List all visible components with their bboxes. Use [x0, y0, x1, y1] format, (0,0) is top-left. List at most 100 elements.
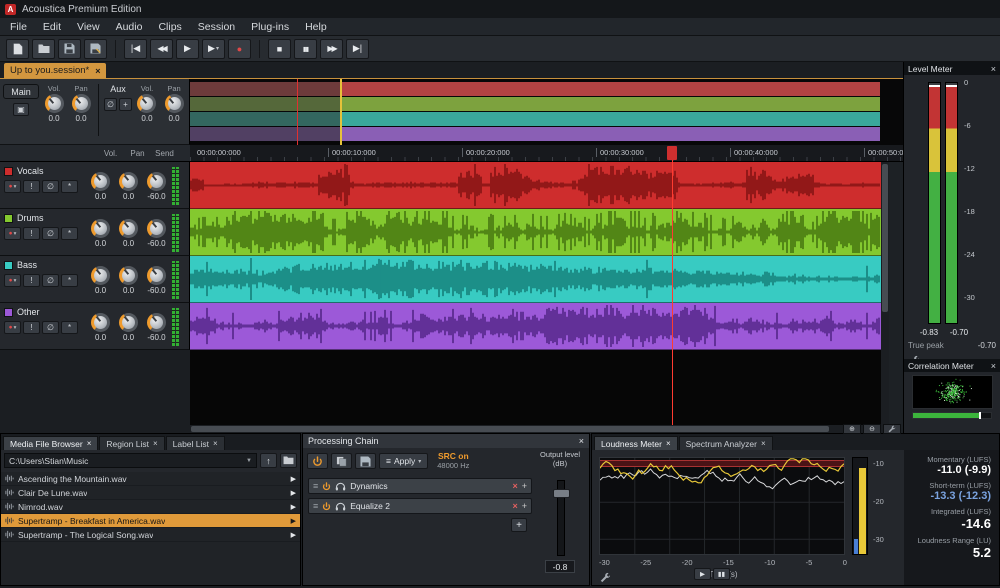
track-header[interactable]: Bass ● ▾ ! ∅ * 0.0 0.0 -60.0 [0, 256, 190, 303]
track-clip[interactable] [190, 256, 881, 303]
track-pan-knob[interactable] [119, 312, 138, 332]
close-icon[interactable]: × [991, 64, 996, 74]
fast-forward-button[interactable]: ▶▶ [320, 38, 343, 59]
browser-tab[interactable]: Region List × [99, 436, 165, 450]
track-header[interactable]: Other ● ▾ ! ∅ * 0.0 0.0 -60.0 [0, 303, 190, 350]
session-overview[interactable] [190, 79, 904, 145]
open-button[interactable] [32, 38, 55, 59]
menu-item[interactable]: Help [305, 21, 327, 33]
new-session-button[interactable] [6, 38, 29, 59]
stack-icon[interactable]: ▣ [13, 103, 29, 116]
close-icon[interactable]: × [579, 436, 584, 446]
headphones-icon[interactable] [335, 502, 346, 511]
loudness-tab[interactable]: Loudness Meter × [594, 436, 678, 450]
close-icon[interactable]: × [761, 439, 766, 448]
close-icon[interactable]: × [153, 439, 158, 448]
menu-item[interactable]: File [10, 21, 27, 33]
track-color-chip[interactable] [4, 213, 13, 223]
close-icon[interactable]: × [666, 439, 671, 448]
pause-button[interactable]: ▮▮ [294, 38, 317, 59]
plugin-row[interactable]: ≡ Equalize 2 × + [308, 498, 532, 514]
menu-item[interactable]: Edit [43, 21, 61, 33]
folder-up-button[interactable]: ↑ [260, 453, 277, 468]
track-color-chip[interactable] [4, 166, 13, 176]
track-send-knob[interactable] [147, 265, 166, 285]
menu-item[interactable]: Clips [158, 21, 181, 33]
solo-button[interactable]: ! [23, 321, 40, 334]
go-to-end-button[interactable]: ▶| [346, 38, 369, 59]
track-volume-knob[interactable] [91, 218, 110, 238]
loudness-pause-button[interactable]: ▮▮ [713, 568, 730, 580]
power-icon[interactable] [322, 501, 331, 511]
track-send-knob[interactable] [147, 312, 166, 332]
aux-add-button[interactable]: + [118, 98, 132, 111]
vertical-scrollbar-thumb[interactable] [882, 164, 888, 312]
copy-chain-button[interactable] [331, 453, 352, 470]
track-volume-knob[interactable] [91, 265, 110, 285]
browser-tab[interactable]: Label List × [165, 436, 225, 450]
close-icon[interactable]: × [991, 361, 996, 371]
close-icon[interactable]: × [213, 439, 218, 448]
rewind-button[interactable]: ◀◀ [150, 38, 173, 59]
mute-button[interactable]: ∅ [42, 227, 59, 240]
plugin-route-button[interactable]: + [522, 481, 527, 491]
output-level-slider[interactable] [553, 480, 570, 556]
main-bus-button[interactable]: Main [3, 84, 39, 99]
path-dropdown[interactable]: C:\Users\Stian\Music ▼ [4, 453, 257, 468]
record-arm-button[interactable]: ● ▾ [4, 274, 21, 287]
record-arm-button[interactable]: ● ▾ [4, 321, 21, 334]
close-icon[interactable]: × [87, 439, 92, 448]
record-arm-button[interactable]: ● ▾ [4, 227, 21, 240]
track-pan-knob[interactable] [119, 171, 138, 191]
mute-button[interactable]: ∅ [42, 180, 59, 193]
file-list-item[interactable]: Supertramp - The Logical Song.wav ▶ [1, 528, 300, 542]
track-volume-knob[interactable] [91, 171, 110, 191]
stop-button[interactable]: ■ [268, 38, 291, 59]
headphones-icon[interactable] [335, 482, 346, 491]
mute-button[interactable]: ∅ [42, 321, 59, 334]
preview-play-button[interactable]: ▶ [291, 531, 296, 539]
file-list-item[interactable]: Nimrod.wav ▶ [1, 500, 300, 514]
go-to-start-button[interactable]: |◀ [124, 38, 147, 59]
fx-button[interactable]: * [61, 180, 78, 193]
play-options-button[interactable]: ▶ ▾ [202, 38, 225, 59]
track-header[interactable]: Vocals ● ▾ ! ∅ * 0.0 0.0 -60.0 [0, 162, 190, 209]
track-clip[interactable] [190, 162, 881, 209]
mute-button[interactable]: ∅ [42, 274, 59, 287]
remove-plugin-button[interactable]: × [512, 501, 517, 511]
vertical-scrollbar[interactable] [881, 162, 889, 425]
preview-play-button[interactable]: ▶ [291, 517, 296, 525]
track-color-chip[interactable] [4, 260, 13, 270]
horizontal-scrollbar[interactable] [190, 425, 838, 433]
play-button[interactable]: ▶ [176, 38, 199, 59]
menu-item[interactable]: Session [198, 21, 235, 33]
aux-pan-knob[interactable] [164, 94, 184, 113]
track-clip[interactable] [190, 209, 881, 256]
playhead-line[interactable] [672, 146, 673, 425]
solo-button[interactable]: ! [23, 227, 40, 240]
plugin-row[interactable]: ≡ Dynamics × + [308, 478, 532, 494]
save-as-button[interactable] [84, 38, 107, 59]
browser-tab[interactable]: Media File Browser × [3, 436, 99, 450]
track-volume-knob[interactable] [91, 312, 110, 332]
menu-item[interactable]: Plug-ins [251, 21, 289, 33]
solo-button[interactable]: ! [23, 274, 40, 287]
zoom-in-button[interactable]: ⊕ [843, 424, 861, 434]
file-list-item[interactable]: Clair De Lune.wav ▶ [1, 486, 300, 500]
loudness-play-button[interactable]: ▶ [694, 568, 711, 580]
zoom-out-button[interactable]: ⊖ [863, 424, 881, 434]
track-send-knob[interactable] [147, 171, 166, 191]
zoom-settings-button[interactable] [883, 424, 901, 434]
loudness-settings-button[interactable] [600, 570, 611, 588]
fx-button[interactable]: * [61, 227, 78, 240]
preview-play-button[interactable]: ▶ [291, 475, 296, 483]
track-send-knob[interactable] [147, 218, 166, 238]
solo-button[interactable]: ! [23, 180, 40, 193]
apply-button[interactable]: ≡ Apply ▾ [379, 453, 429, 470]
time-ruler[interactable]: 00:00:00:000 00:00:10:000 00:00:20:000 00:0… [190, 145, 912, 162]
playhead-handle[interactable] [667, 146, 677, 160]
save-chain-button[interactable] [355, 453, 376, 470]
arrangement-area[interactable] [190, 162, 881, 350]
record-button[interactable]: ● [228, 38, 251, 59]
track-header[interactable]: Drums ● ▾ ! ∅ * 0.0 0.0 -60.0 [0, 209, 190, 256]
